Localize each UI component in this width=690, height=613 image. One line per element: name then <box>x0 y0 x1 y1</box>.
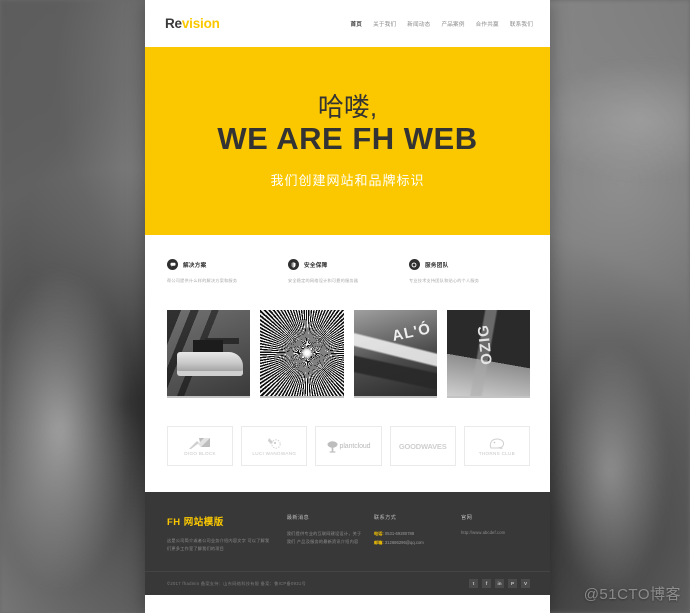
gallery-item-fiber-optic[interactable] <box>260 310 344 399</box>
tree-icon: plantcloud <box>327 440 371 453</box>
client-logos-section: DIGO BLOCK LUCI WANGWANG plantcloud GOOD… <box>145 398 550 467</box>
client-logo-goodwaves[interactable]: GOODWAVES <box>389 426 456 467</box>
feature-description: 帮公司提供什么样的解决方案和服务 <box>167 278 238 283</box>
nav-item-about[interactable]: 关于我们 <box>373 20 396 28</box>
site-logo[interactable]: Revision <box>165 16 220 31</box>
bird-icon <box>266 436 282 450</box>
feature-header: 解决方案 <box>167 259 274 270</box>
feature-title: 服务团队 <box>424 262 449 269</box>
email-label: 邮箱: <box>373 539 384 545</box>
site-header: Revision 首页 关于我们 新闻动态 产品案例 合作共赢 联系我们 <box>145 0 550 47</box>
gallery-item-ship[interactable] <box>167 310 251 399</box>
footer-news-column: 最新消息 我们提供专业的互联网建设设计，关于我们 产品及服务的最新资讯介绍内容 <box>287 514 374 553</box>
play-icon <box>408 259 420 270</box>
shield-icon <box>287 259 299 270</box>
main-navigation: 首页 关于我们 新闻动态 产品案例 合作共赢 联系我们 <box>350 20 533 28</box>
client-logo-luci[interactable]: LUCI WANGWANG <box>241 426 308 467</box>
feature-title: 解决方案 <box>183 262 207 269</box>
pinterest-icon[interactable]: P <box>508 579 517 589</box>
facebook-icon[interactable]: f <box>482 579 491 589</box>
wave-icon: GOODWAVES <box>399 442 447 451</box>
footer-column-title: 最新消息 <box>286 515 310 522</box>
footer-column-title: 联系方式 <box>373 515 397 522</box>
copyright-text: ©2017 fhadmin 备案支持：山东网络科技有限 备案：鲁ICP备0931… <box>167 580 306 586</box>
social-links: t f in P V <box>469 579 530 589</box>
email-value[interactable]: 312686296@qq.com <box>385 540 424 545</box>
footer-brand-column: FH 网站模版 这是公司简介或者公司业务介绍内容文字 可以了解我们更多工作室了解… <box>167 514 287 553</box>
footer-website-column: 官网 http://www.abcdef.com <box>461 514 530 553</box>
logo-text-vision: vision <box>181 16 220 31</box>
footer-phone-line: 电话: 0531-69280788 <box>374 530 451 539</box>
linkedin-icon[interactable]: in <box>495 579 504 589</box>
footer-bottom-bar: ©2017 fhadmin 备案支持：山东网络科技有限 备案：鲁ICP备0931… <box>145 571 550 595</box>
feature-description: 专业技术支持团队和贴心的个人服务 <box>408 278 480 283</box>
twitter-icon[interactable]: t <box>469 579 478 589</box>
hero-banner: 哈喽, WE ARE FH WEB 我们创建网站和品牌标识 <box>145 47 550 235</box>
client-logo-thorns[interactable]: THORNS CLUB <box>463 426 531 467</box>
feature-card-solutions: 解决方案 帮公司提供什么样的解决方案和服务 <box>167 259 288 284</box>
footer-column-title: 官网 <box>461 515 473 522</box>
website-page: Revision 首页 关于我们 新闻动态 产品案例 合作共赢 联系我们 哈喽,… <box>145 0 550 613</box>
portfolio-gallery <box>145 298 550 399</box>
gallery-item-guitar[interactable] <box>446 310 530 399</box>
feature-card-security: 安全保障 安全稳定的网络设计和可靠的服务器 <box>287 259 409 284</box>
footer-email-line: 邮箱: 312686296@qq.com <box>374 539 451 548</box>
footer-columns: FH 网站模版 这是公司简介或者公司业务介绍内容文字 可以了解我们更多工作室了解… <box>167 514 530 553</box>
vimeo-icon[interactable]: V <box>521 579 530 589</box>
elephant-icon <box>488 437 506 450</box>
nav-item-contact[interactable]: 联系我们 <box>510 20 533 28</box>
nav-item-partners[interactable]: 合作共赢 <box>476 20 499 28</box>
hero-greeting: 哈喽, <box>317 91 378 122</box>
nav-item-news[interactable]: 新闻动态 <box>407 20 430 28</box>
hero-subtitle: 我们创建网站和品牌标识 <box>270 173 425 189</box>
nav-item-home[interactable]: 首页 <box>350 20 362 28</box>
client-name: GOODWAVES <box>398 441 447 451</box>
footer-news-text: 我们提供专业的互联网建设设计，关于我们 产品及服务的最新资讯介绍内容 <box>286 531 362 545</box>
client-name: DIGO BLOCK <box>184 450 216 456</box>
phone-label: 电话: <box>373 531 384 537</box>
chat-icon <box>167 259 178 270</box>
feature-card-team: 服务团队 专业技术支持团队和贴心的个人服务 <box>408 259 530 284</box>
footer-brand-description: 这是公司简介或者公司业务介绍内容文字 可以了解我们更多工作室了解我们的项目 <box>167 538 270 552</box>
client-name: THORNS CLUB <box>478 450 516 456</box>
site-footer: FH 网站模版 这是公司简介或者公司业务介绍内容文字 可以了解我们更多工作室了解… <box>145 492 550 596</box>
client-name: LUCI WANGWANG <box>252 451 297 457</box>
hero-title: WE ARE FH WEB <box>217 121 478 157</box>
feature-header: 安全保障 <box>287 259 395 270</box>
feature-title: 安全保障 <box>303 262 328 269</box>
watermark: @51CTO博客 <box>583 586 681 603</box>
footer-contact-column: 联系方式 电话: 0531-69280788 邮箱: 312686296@qq.… <box>374 514 461 553</box>
client-logo-plantcloud[interactable]: plantcloud <box>315 426 382 467</box>
client-name: plantcloud <box>339 442 371 450</box>
diagonal-arrow-icon <box>189 437 211 450</box>
gallery-item-street-sign[interactable] <box>353 310 437 399</box>
feature-header: 服务团队 <box>408 259 516 270</box>
nav-item-products[interactable]: 产品案例 <box>441 20 464 28</box>
client-logo-diagoblock[interactable]: DIGO BLOCK <box>167 426 234 467</box>
features-section: 解决方案 帮公司提供什么样的解决方案和服务 安全保障 安全稳定的网络设计和可靠的… <box>145 235 550 298</box>
phone-value: 0531-69280788 <box>384 531 415 537</box>
feature-description: 安全稳定的网络设计和可靠的服务器 <box>287 278 359 283</box>
footer-logo: FH 网站模版 <box>167 517 224 529</box>
footer-website-url[interactable]: http://www.abcdef.com <box>461 530 530 535</box>
logo-text-re: Re <box>165 16 182 31</box>
